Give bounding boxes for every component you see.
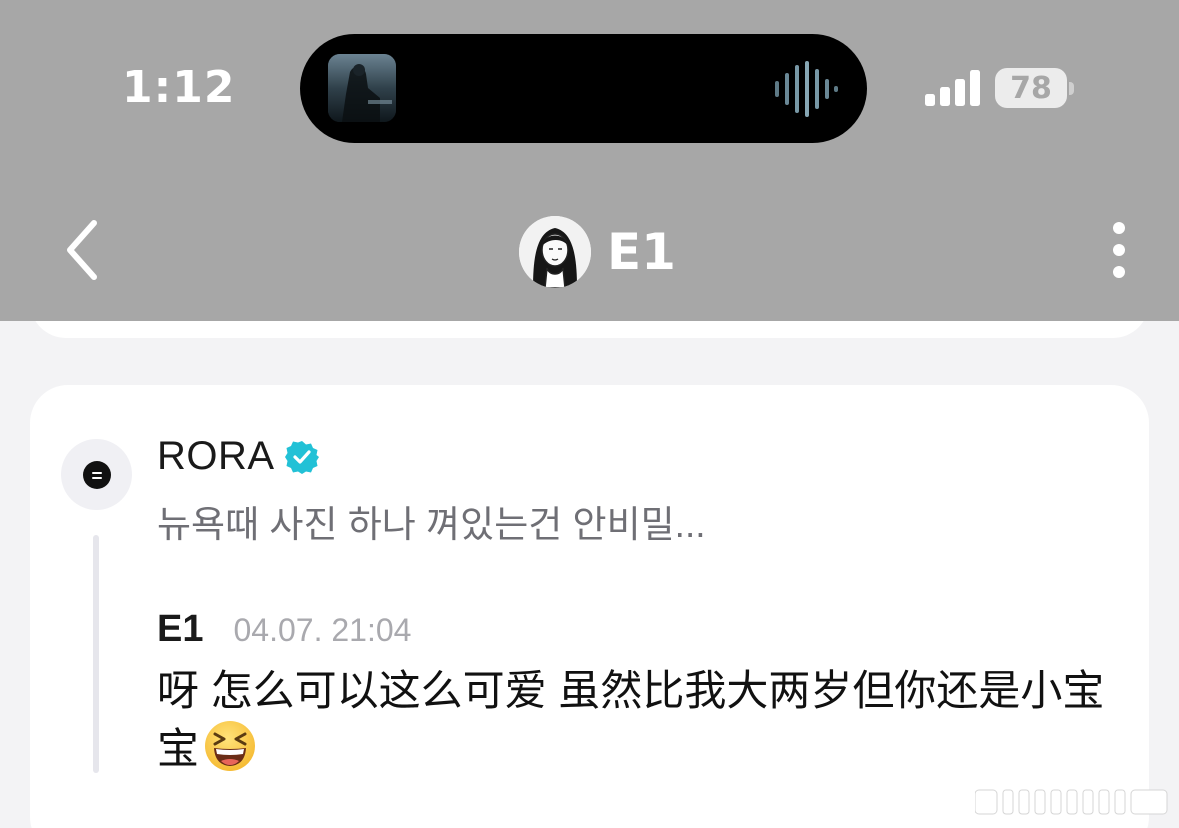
- chat-header[interactable]: E1: [519, 214, 676, 290]
- thread-line: [93, 535, 99, 773]
- verified-badge-icon: [284, 440, 319, 474]
- reply-author[interactable]: E1: [157, 608, 203, 651]
- back-button[interactable]: [58, 215, 114, 285]
- reply-text: 呀 怎么可以这么可爱 虽然比我大两岁但你还是小宝宝: [157, 667, 1105, 772]
- battery-indicator: 78: [995, 68, 1075, 108]
- more-button[interactable]: [1100, 218, 1138, 282]
- top-overlay: 1:12 78 E1: [0, 0, 1179, 321]
- status-time: 1:12: [122, 62, 236, 113]
- battery-level: 78: [1010, 70, 1052, 106]
- cellular-signal-icon: [925, 70, 980, 106]
- grinning-squinting-face-icon: [205, 721, 256, 771]
- avatar[interactable]: [519, 216, 591, 288]
- more-vertical-icon: [1113, 222, 1125, 278]
- reply-timestamp: 04.07. 21:04: [233, 612, 412, 648]
- avatar[interactable]: [61, 439, 132, 510]
- comment-preview[interactable]: 뉴욕때 사진 하나 껴있는건 안비밀...: [157, 494, 706, 548]
- battery-icon: 78: [995, 68, 1067, 108]
- watermark-bars: [975, 789, 1168, 815]
- battery-cap: [1069, 82, 1074, 95]
- now-playing-artwork[interactable]: [328, 54, 396, 122]
- screen: 1:12 78 E1 RORA 뉴욕때 사진 하나 껴있는건 안비밀... E1…: [0, 0, 1179, 828]
- chat-bubble-icon: [83, 461, 111, 489]
- dynamic-island[interactable]: [300, 34, 867, 143]
- comment-author[interactable]: RORA: [157, 434, 275, 479]
- comment-author-row: RORA: [157, 434, 319, 479]
- chevron-left-icon: [67, 220, 97, 280]
- page-title: E1: [607, 223, 676, 281]
- reply-header: E1 04.07. 21:04: [157, 608, 411, 651]
- reply-message[interactable]: 呀 怎么可以这么可爱 虽然比我大两岁但你还是小宝宝: [157, 663, 1117, 777]
- waveform-icon: [775, 61, 838, 117]
